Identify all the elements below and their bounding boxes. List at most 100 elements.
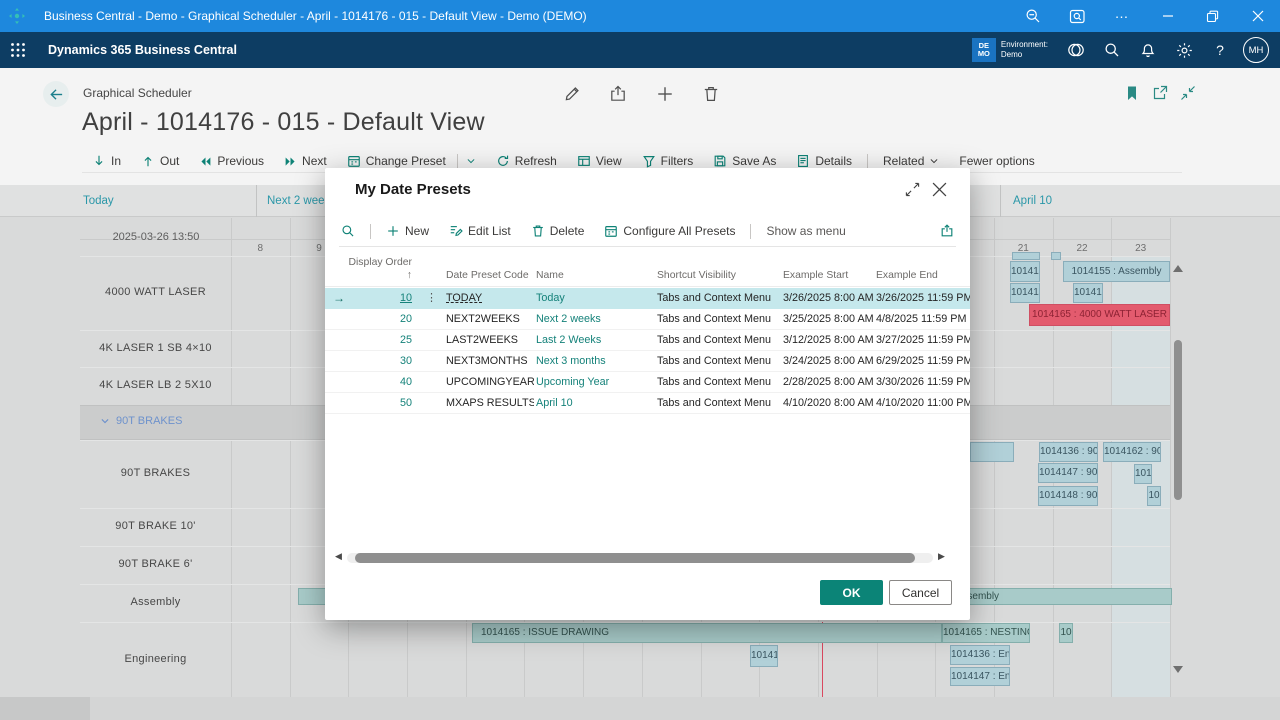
group-row-label[interactable]: 90T BRAKES	[100, 415, 182, 427]
help-icon[interactable]: ?	[1202, 32, 1238, 68]
preset-tab-april-10[interactable]: April 10	[1013, 195, 1052, 207]
column-header-example-start[interactable]: Example Start	[783, 270, 848, 281]
cell-display-order[interactable]: 10	[333, 292, 412, 304]
account-avatar[interactable]: MH	[1238, 32, 1274, 68]
gantt-bar-1014165-nesting[interactable]: 1014165 : NESTING	[942, 623, 1030, 643]
cell-name[interactable]: Next 3 months	[536, 355, 654, 367]
cell-name[interactable]: Last 2 Weeks	[536, 334, 654, 346]
collapse-icon[interactable]	[1180, 85, 1198, 103]
gantt-bar-1014136-en[interactable]: 1014136 : En	[950, 645, 1010, 665]
cell-example-start[interactable]: 3/12/2025 8:00 AM	[783, 334, 875, 346]
product-name[interactable]: Dynamics 365 Business Central	[48, 43, 237, 57]
dialog-edit-button[interactable]: Edit List	[439, 220, 521, 242]
cell-name[interactable]: Upcoming Year	[536, 376, 654, 388]
table-row-last2weeks[interactable]: 25LAST2WEEKSLast 2 WeeksTabs and Context…	[325, 330, 970, 351]
copilot-icon[interactable]	[1058, 32, 1094, 68]
dialog-share-button[interactable]	[930, 220, 970, 242]
column-header-display-order[interactable]: Display Order	[333, 257, 412, 268]
app-launcher-icon[interactable]	[0, 32, 36, 68]
expand-dialog-icon[interactable]	[905, 182, 921, 198]
window-more-icon[interactable]: …	[1100, 0, 1145, 32]
cell-name[interactable]: Today	[536, 292, 654, 304]
search-icon[interactable]	[1094, 32, 1130, 68]
gantt-bar[interactable]	[1012, 252, 1040, 260]
gantt-bar-101414[interactable]: 101414	[1010, 283, 1040, 303]
close-icon[interactable]	[1235, 0, 1280, 32]
open-in-window-icon[interactable]	[1152, 85, 1170, 103]
gantt-bar-101414[interactable]: 101414	[1010, 261, 1040, 282]
cell-example-start[interactable]: 3/25/2025 8:00 AM	[783, 313, 875, 325]
table-row-mxaps-results[interactable]: 50MXAPS RESULTSApril 10Tabs and Context …	[325, 393, 970, 414]
scroll-left-icon[interactable]: ◀	[335, 551, 342, 562]
gantt-bar-1014136-90[interactable]: 1014136 : 90	[1039, 442, 1098, 462]
toolbar-button-previous[interactable]: Previous	[189, 150, 274, 172]
toolbar-button-in[interactable]: In	[82, 150, 131, 172]
scroll-up-icon[interactable]	[1171, 263, 1185, 275]
show-as-menu-button[interactable]: Show as menu	[756, 220, 855, 242]
gantt-bar-101417[interactable]: 101417	[750, 645, 778, 667]
cell-date-preset-code[interactable]: LAST2WEEKS	[446, 334, 534, 346]
delete-trash-icon[interactable]	[702, 85, 720, 103]
cell-example-end[interactable]: 3/27/2025 11:59 PM	[876, 334, 970, 346]
close-dialog-icon[interactable]	[932, 182, 948, 198]
cell-example-end[interactable]: 3/30/2026 11:59 PM	[876, 376, 970, 388]
add-icon[interactable]	[656, 85, 674, 103]
settings-gear-icon[interactable]	[1166, 32, 1202, 68]
cell-shortcut-visibility[interactable]: Tabs and Context Menu	[657, 334, 780, 346]
table-row-today[interactable]: →⋮10TODAYTodayTabs and Context Menu3/26/…	[325, 288, 970, 309]
window-search-icon[interactable]	[1055, 0, 1100, 32]
chevron-down-icon[interactable]	[466, 156, 476, 166]
cell-example-end[interactable]: 4/8/2025 11:59 PM	[876, 313, 970, 325]
cell-example-start[interactable]: 4/10/2020 8:00 AM	[783, 397, 875, 409]
gantt-bar-1014147-90[interactable]: 1014147 : 90	[1038, 463, 1098, 483]
cell-shortcut-visibility[interactable]: Tabs and Context Menu	[657, 376, 780, 388]
cell-example-end[interactable]: 6/29/2025 11:59 PM	[876, 355, 970, 367]
gantt-bottom-scrollbar[interactable]	[0, 697, 1280, 720]
cancel-button[interactable]: Cancel	[889, 580, 952, 605]
cell-date-preset-code[interactable]: MXAPS RESULTS	[446, 397, 534, 409]
gantt-bar-101416[interactable]: 101416	[1073, 283, 1103, 303]
table-row-next3months[interactable]: 30NEXT3MONTHSNext 3 monthsTabs and Conte…	[325, 351, 970, 372]
column-header-date-preset-code[interactable]: Date Preset Code	[446, 270, 529, 281]
gantt-bar-101[interactable]: 101	[1134, 464, 1152, 484]
scroll-down-icon[interactable]	[1171, 663, 1185, 675]
cell-display-order[interactable]: 50	[333, 397, 412, 409]
gantt-bar-1014165-4000-watt-laser[interactable]: 1014165 : 4000 WATT LASER	[1029, 304, 1170, 326]
preset-tab-today[interactable]: Today	[83, 195, 114, 207]
notifications-bell-icon[interactable]	[1130, 32, 1166, 68]
cell-shortcut-visibility[interactable]: Tabs and Context Menu	[657, 355, 780, 367]
back-button[interactable]	[43, 81, 69, 107]
environment-badge[interactable]: DEMO	[972, 38, 996, 62]
cell-date-preset-code[interactable]: TODAY	[446, 292, 534, 304]
row-menu-dots-icon[interactable]: ⋮	[426, 291, 437, 304]
cell-example-start[interactable]: 2/28/2025 8:00 AM	[783, 376, 875, 388]
gantt-bar[interactable]	[970, 442, 1014, 462]
column-header-name[interactable]: Name	[536, 270, 564, 281]
minimize-icon[interactable]	[1145, 0, 1190, 32]
breadcrumb[interactable]: Graphical Scheduler	[83, 86, 192, 100]
dialog-new-button[interactable]: New	[376, 220, 439, 242]
dialog-configure-button[interactable]: Configure All Presets	[594, 220, 745, 242]
dialog-delete-button[interactable]: Delete	[521, 220, 595, 242]
gantt-bar-1014162-90[interactable]: 1014162 : 90	[1103, 442, 1161, 462]
gantt-bar-1014165-issue-drawing[interactable]: 1014165 : ISSUE DRAWING	[472, 623, 942, 643]
cell-example-end[interactable]: 4/10/2020 11:00 PM	[876, 397, 970, 409]
column-header-shortcut-visibility[interactable]: Shortcut Visibility	[657, 270, 736, 281]
ok-button[interactable]: OK	[820, 580, 883, 605]
cell-example-start[interactable]: 3/26/2025 8:00 AM	[783, 292, 875, 304]
dialog-horizontal-scrollbar[interactable]: ◀ ▶	[325, 550, 970, 566]
scroll-right-icon[interactable]: ▶	[938, 551, 945, 562]
toolbar-button-out[interactable]: Out	[131, 150, 189, 172]
gantt-vscroll-thumb[interactable]	[1174, 340, 1182, 500]
gantt-bar-1014148-90[interactable]: 1014148 : 90	[1038, 486, 1098, 506]
zoom-out-icon[interactable]	[1010, 0, 1055, 32]
table-row-next2weeks[interactable]: 20NEXT2WEEKSNext 2 weeksTabs and Context…	[325, 309, 970, 330]
restore-icon[interactable]	[1190, 0, 1235, 32]
bookmark-icon[interactable]	[1124, 85, 1142, 103]
cell-display-order[interactable]: 20	[333, 313, 412, 325]
dialog-search-button[interactable]	[325, 220, 365, 242]
gantt-bar-10[interactable]: 10	[1059, 623, 1073, 643]
gantt-bar-10[interactable]: 10	[1147, 486, 1161, 506]
cell-display-order[interactable]: 30	[333, 355, 412, 367]
cell-date-preset-code[interactable]: UPCOMINGYEAR	[446, 376, 534, 388]
